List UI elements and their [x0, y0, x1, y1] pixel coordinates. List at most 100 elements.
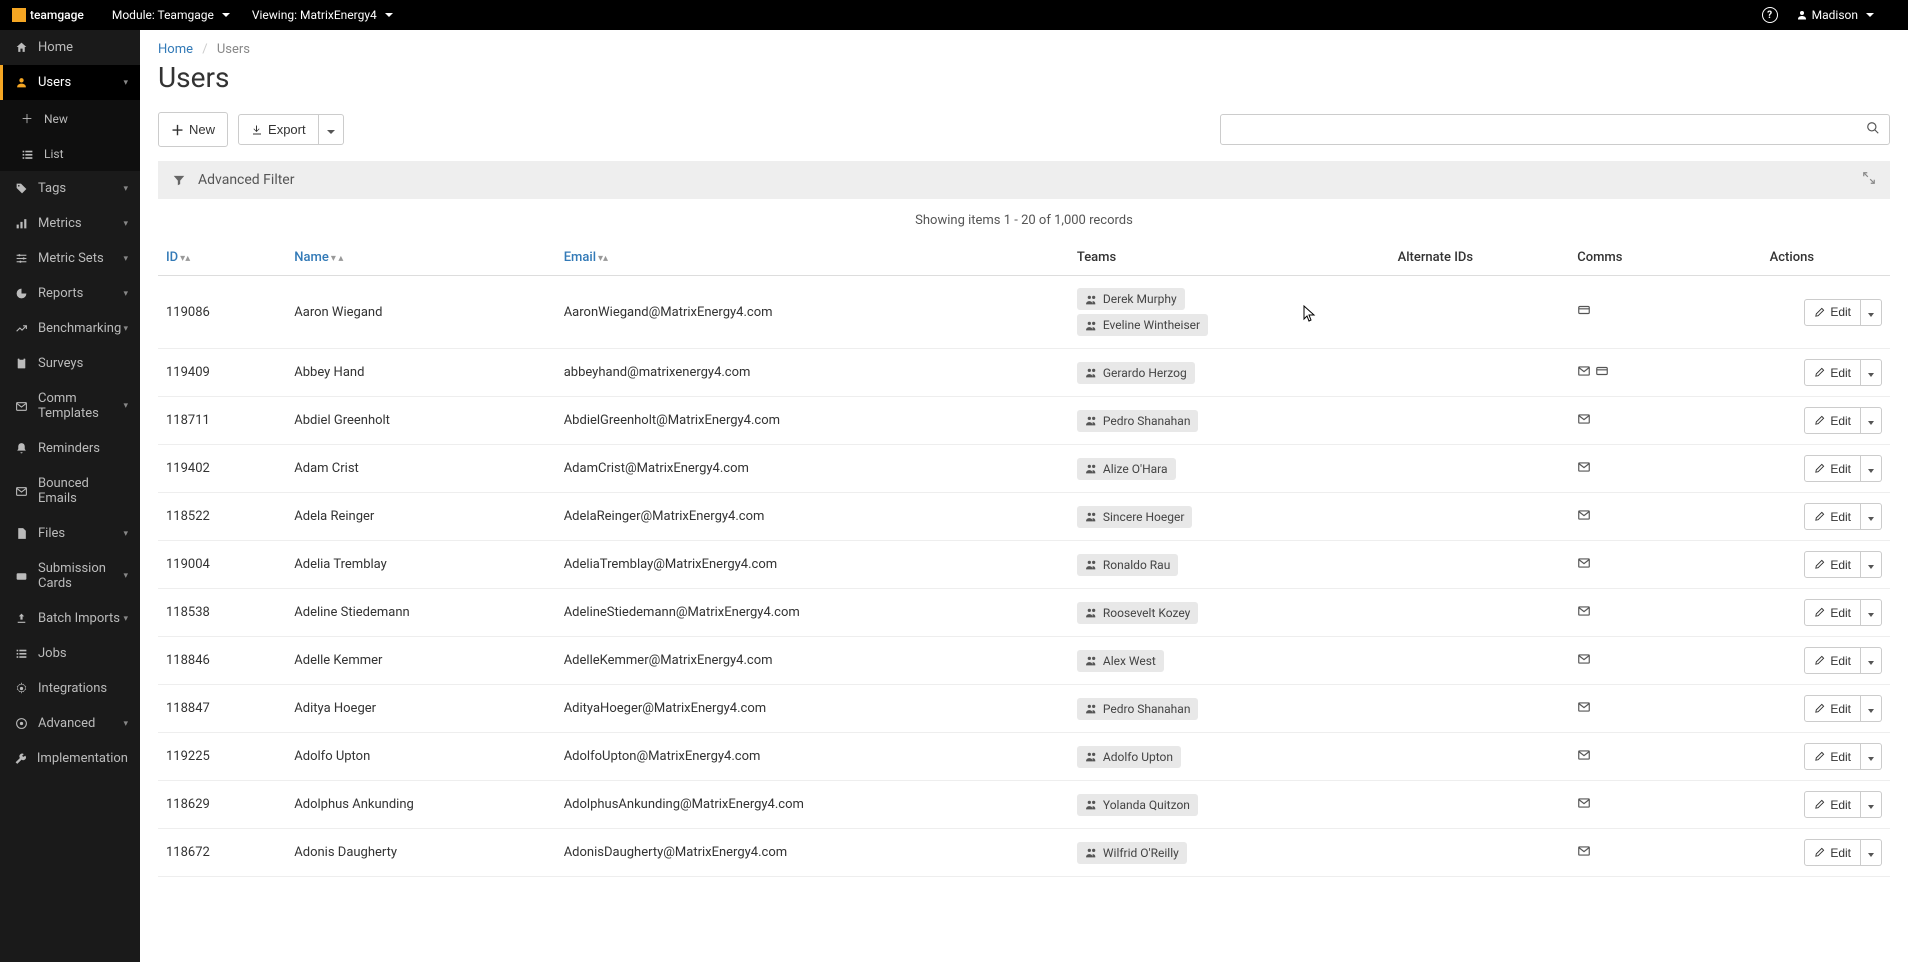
sidebar-item-tags[interactable]: Tags ▾ — [0, 171, 140, 206]
sidebar-item-metrics[interactable]: Metrics ▾ — [0, 206, 140, 241]
sidebar-item-list[interactable]: List — [0, 137, 140, 171]
sidebar-item-reports[interactable]: Reports ▾ — [0, 276, 140, 311]
edit-button[interactable]: Edit — [1804, 503, 1861, 530]
team-badge[interactable]: Ronaldo Rau — [1077, 554, 1178, 576]
edit-button[interactable]: Edit — [1804, 551, 1861, 578]
sidebar-item-advanced[interactable]: Advanced ▾ — [0, 706, 140, 741]
edit-dropdown-toggle[interactable] — [1861, 503, 1882, 530]
team-badge[interactable]: Sincere Hoeger — [1077, 506, 1193, 528]
edit-dropdown-toggle[interactable] — [1861, 599, 1882, 626]
table-row: 118847 Aditya Hoeger AdityaHoeger@Matrix… — [158, 685, 1890, 733]
team-badge[interactable]: Alex West — [1077, 650, 1164, 672]
team-badge[interactable]: Roosevelt Kozey — [1077, 602, 1198, 624]
edit-button[interactable]: Edit — [1804, 743, 1861, 770]
cell-alt — [1390, 493, 1570, 541]
edit-button[interactable]: Edit — [1804, 299, 1861, 326]
edit-button[interactable]: Edit — [1804, 455, 1861, 482]
export-button[interactable]: Export — [238, 114, 319, 145]
cell-teams: Sincere Hoeger — [1069, 493, 1390, 541]
team-badge[interactable]: Derek Murphy — [1077, 288, 1185, 310]
cell-teams: Derek Murphy Eveline Wintheiser — [1069, 276, 1390, 349]
sidebar-item-submission-cards[interactable]: Submission Cards ▾ — [0, 551, 140, 601]
sidebar-item-bounced-emails[interactable]: Bounced Emails — [0, 466, 140, 516]
edit-button[interactable]: Edit — [1804, 599, 1861, 626]
sidebar-item-surveys[interactable]: Surveys — [0, 346, 140, 381]
edit-dropdown-toggle[interactable] — [1861, 407, 1882, 434]
user-menu[interactable]: Madison — [1796, 8, 1874, 22]
sidebar-item-jobs[interactable]: Jobs — [0, 636, 140, 671]
sidebar-item-integrations[interactable]: Integrations — [0, 671, 140, 706]
viewing-dropdown[interactable]: Viewing: MatrixEnergy4 — [252, 8, 393, 22]
sidebar-item-batch-imports[interactable]: Batch Imports ▾ — [0, 601, 140, 636]
sidebar-item-files[interactable]: Files ▾ — [0, 516, 140, 551]
module-dropdown[interactable]: Module: Teamgage — [112, 8, 230, 22]
cell-id: 119409 — [158, 349, 286, 397]
cell-name: Adela Reinger — [286, 493, 555, 541]
team-badge[interactable]: Eveline Wintheiser — [1077, 314, 1208, 336]
users-table: ID▾▴ Name▾ ▴ Email▾▴ Teams Alternate IDs… — [158, 240, 1890, 877]
team-badge[interactable]: Pedro Shanahan — [1077, 698, 1199, 720]
sidebar-item-metric-sets[interactable]: Metric Sets ▾ — [0, 241, 140, 276]
team-badge[interactable]: Gerardo Herzog — [1077, 362, 1195, 384]
edit-dropdown-toggle[interactable] — [1861, 299, 1882, 326]
col-header-email[interactable]: Email▾▴ — [556, 240, 1069, 276]
new-button[interactable]: ＋ New — [158, 112, 228, 147]
wrench-icon — [12, 752, 29, 765]
edit-button[interactable]: Edit — [1804, 839, 1861, 866]
team-label: Pedro Shanahan — [1103, 702, 1191, 716]
team-label: Roosevelt Kozey — [1103, 606, 1190, 620]
edit-button[interactable]: Edit — [1804, 647, 1861, 674]
cell-comms — [1569, 733, 1761, 781]
sidebar-item-reminders[interactable]: Reminders — [0, 431, 140, 466]
search-input[interactable] — [1220, 114, 1890, 145]
team-badge[interactable]: Wilfrid O'Reilly — [1077, 842, 1187, 864]
team-label: Ronaldo Rau — [1103, 558, 1170, 572]
home-icon — [12, 41, 30, 54]
cog-icon — [12, 717, 30, 730]
sidebar-item-implementation[interactable]: Implementation — [0, 741, 140, 776]
export-dropdown-toggle[interactable] — [319, 114, 344, 145]
cell-alt — [1390, 445, 1570, 493]
cell-email: AdolfoUpton@MatrixEnergy4.com — [556, 733, 1069, 781]
cell-id: 118629 — [158, 781, 286, 829]
edit-dropdown-toggle[interactable] — [1861, 551, 1882, 578]
main-content: Home / Users Users ＋ New Export Advanced… — [140, 30, 1908, 962]
cell-id: 119004 — [158, 541, 286, 589]
advanced-filter-bar[interactable]: Advanced Filter — [158, 161, 1890, 199]
breadcrumb-home[interactable]: Home — [158, 42, 193, 57]
team-badge[interactable]: Alize O'Hara — [1077, 458, 1176, 480]
edit-dropdown-toggle[interactable] — [1861, 839, 1882, 866]
table-row: 119225 Adolfo Upton AdolfoUpton@MatrixEn… — [158, 733, 1890, 781]
col-header-id[interactable]: ID▾▴ — [158, 240, 286, 276]
edit-button[interactable]: Edit — [1804, 359, 1861, 386]
brand-logo[interactable]: teamgage — [12, 8, 84, 22]
sidebar-item-home[interactable]: Home — [0, 30, 140, 65]
edit-button[interactable]: Edit — [1804, 695, 1861, 722]
col-header-teams: Teams — [1069, 240, 1390, 276]
cell-email: AdelleKemmer@MatrixEnergy4.com — [556, 637, 1069, 685]
sidebar-item-benchmarking[interactable]: Benchmarking ▾ — [0, 311, 140, 346]
edit-button[interactable]: Edit — [1804, 791, 1861, 818]
team-label: Alex West — [1103, 654, 1156, 668]
edit-dropdown-toggle[interactable] — [1861, 455, 1882, 482]
sidebar-item-new[interactable]: ＋ New — [0, 100, 140, 137]
logo-icon — [12, 8, 26, 22]
col-header-name[interactable]: Name▾ ▴ — [286, 240, 555, 276]
team-badge[interactable]: Yolanda Quitzon — [1077, 794, 1198, 816]
team-badge[interactable]: Adolfo Upton — [1077, 746, 1181, 768]
filter-icon — [172, 173, 186, 187]
expand-icon[interactable] — [1862, 171, 1876, 189]
team-badge[interactable]: Pedro Shanahan — [1077, 410, 1199, 432]
sidebar-item-users[interactable]: Users ▾ — [0, 65, 140, 100]
cell-alt — [1390, 829, 1570, 877]
team-label: Adolfo Upton — [1103, 750, 1173, 764]
edit-button[interactable]: Edit — [1804, 407, 1861, 434]
edit-dropdown-toggle[interactable] — [1861, 647, 1882, 674]
sidebar-item-comm-templates[interactable]: Comm Templates ▾ — [0, 381, 140, 431]
edit-dropdown-toggle[interactable] — [1861, 743, 1882, 770]
edit-dropdown-toggle[interactable] — [1861, 359, 1882, 386]
help-icon[interactable]: ? — [1762, 7, 1778, 23]
edit-dropdown-toggle[interactable] — [1861, 695, 1882, 722]
edit-dropdown-toggle[interactable] — [1861, 791, 1882, 818]
chart-icon — [12, 217, 30, 230]
